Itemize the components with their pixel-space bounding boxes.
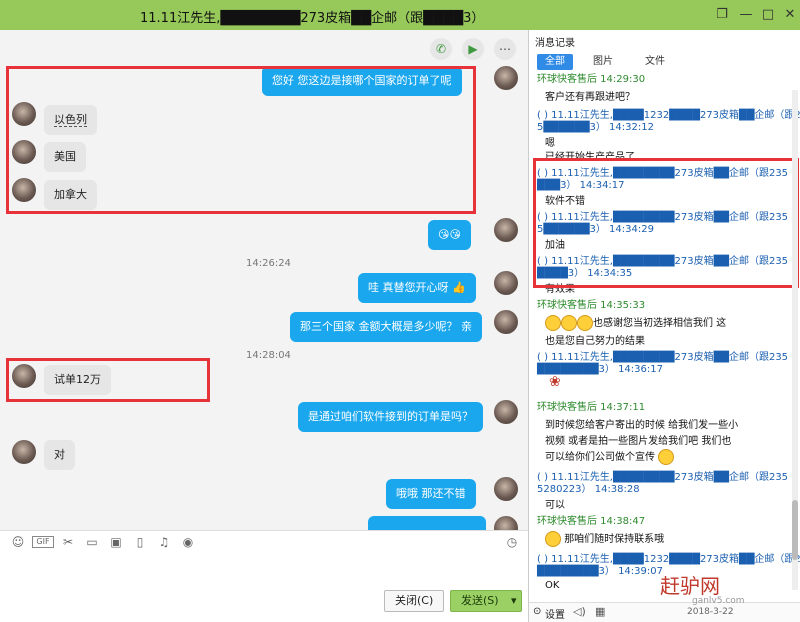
avatar[interactable] [494,516,518,530]
emoji-icon [545,315,561,331]
chevron-down-icon[interactable]: ▾ [511,591,517,611]
log-sender: 环球快客售后 14:38:47 [537,516,646,527]
send-button-label: 发送(S) [461,594,499,607]
log-meta: ████████3） 14:36:17 [537,364,663,375]
close-chat-button[interactable]: 关闭(C) [384,590,445,612]
maximize-button[interactable]: □ [758,5,778,25]
log-message: 可以给你们公司做个宣传 [545,448,675,465]
tab-files[interactable]: 文件 [637,54,673,70]
date-picker-icon[interactable]: ▦ [595,605,605,618]
handshake-icon [658,449,675,465]
history-date: 2018-3-22 [687,607,734,617]
image-icon[interactable]: ▣ [108,534,124,550]
window-title: 11.11江先生,████████273皮箱██企邮（跟████3） [140,11,485,26]
message-input[interactable] [0,552,528,622]
annotation-box [533,158,799,288]
phone-shake-icon[interactable]: ▯ [132,534,148,550]
video-call-icon[interactable]: ▶ [462,38,484,60]
chat-bubble-right: 是通过咱们软件接到的订单是吗？ [298,402,483,432]
log-meta: 5280223） 14:38:28 [537,484,640,495]
settings-label[interactable]: 设置 [545,606,565,621]
volume-icon[interactable]: ◁) [573,605,586,618]
music-icon[interactable]: ♫ [156,534,172,550]
mic-icon[interactable]: ◉ [180,534,196,550]
avatar[interactable] [494,310,518,334]
log-message: 可以 [545,500,565,511]
scissors-icon[interactable]: ✂ [60,534,76,550]
avatar[interactable] [494,218,518,242]
chat-bubble-right-partial [368,516,486,530]
log-message: OK [545,580,560,591]
log-message: 到时候您给客户寄出的时候 给我们发一些小 [545,420,739,431]
chat-bubble-right: 哦哦 那还不错 [386,479,476,509]
window-titlebar: 11.11江先生,████████273皮箱██企邮（跟████3） ❐ — □… [0,0,800,30]
emoji-icon [577,315,593,331]
log-sender: 环球快客售后 14:37:11 [537,402,646,413]
history-panel: 消息记录 全部 图片 文件 环球快客售后 14:29:30 客户还有再跟进吧？ … [528,30,800,622]
log-message-text: 那咱们随时保持联系哦 [564,534,665,545]
log-message: 视频 或者是拍一些图片发给我们吧 我们也 [545,436,732,447]
tab-images[interactable]: 图片 [585,54,621,70]
avatar[interactable] [494,400,518,424]
avatar[interactable] [494,477,518,501]
scrollbar-thumb[interactable] [792,500,798,560]
chat-bubble-right: 😘😘 [428,220,471,250]
log-sender: 环球快客售后 14:35:33 [537,300,646,311]
annotation-box [6,358,210,402]
log-meta: 5██████3） 14:32:12 [537,122,654,133]
log-message-text: 可以给你们公司做个宣传 [545,452,655,463]
voice-call-icon[interactable]: ✆ [430,38,452,60]
composer-toolbar: ☺ GIF ✂ ▭ ▣ ▯ ♫ ◉ ◷ [0,530,528,552]
handshake-icon [545,531,561,547]
timestamp: 14:28:04 [246,350,291,361]
annotation-box [6,66,476,214]
chat-area: ✆ ▶ ⋯ 您好 您这边是接哪个国家的订单了呢 以色列 美国 加拿大 😘😘 14… [0,30,528,530]
send-button[interactable]: 发送(S) ▾ [450,590,522,612]
history-clock-icon[interactable]: ◷ [504,534,520,550]
folder-icon[interactable]: ▭ [84,534,100,550]
avatar[interactable] [494,271,518,295]
chat-bubble-left: 对 [44,440,75,470]
pin-icon[interactable]: ❐ [712,5,732,25]
chat-bubble-right: 哇 真替您开心呀 👍 [358,273,476,303]
avatar[interactable] [494,66,518,90]
watermark-url: ganlv5.com [692,596,745,606]
emoji-icon [561,315,577,331]
emoji-icon[interactable]: ☺ [10,534,26,550]
rose-icon: ❀ [549,374,561,390]
avatar[interactable] [12,440,36,464]
more-icon[interactable]: ⋯ [494,38,516,60]
panel-title: 消息记录 [535,38,575,49]
watermark-logo: 赶驴网 [660,574,720,598]
tab-all[interactable]: 全部 [537,54,573,70]
minimize-button[interactable]: — [736,5,756,25]
settings-icon[interactable]: ⊙ [533,606,541,617]
log-sender: 环球快客售后 14:29:30 [537,74,646,85]
gif-icon[interactable]: GIF [32,536,54,548]
chat-bubble-right: 那三个国家 金额大概是多少呢？ 亲 [290,312,482,342]
log-message: 也感谢您当初选择相信我们 这 [545,314,726,331]
timestamp: 14:26:24 [246,258,291,269]
log-message: 客户还有再跟进吧？ [545,92,635,103]
log-message: 嗯 [545,138,555,149]
close-button[interactable]: ✕ [780,5,800,25]
log-message: 也是您自己努力的结果 [545,336,645,347]
log-meta: ████████3） 14:39:07 [537,566,663,577]
log-message: 那咱们随时保持联系哦 [545,530,664,547]
panel-bottom-bar: ⊙ 设置 ◁) ▦ 2018-3-22 [529,602,800,622]
log-message-text: 也感谢您当初选择相信我们 这 [593,318,727,329]
